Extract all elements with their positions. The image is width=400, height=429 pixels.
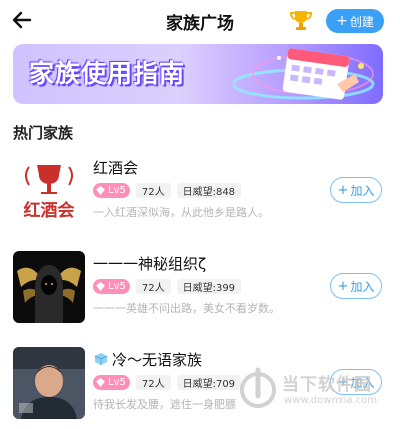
family-name: 一一一神秘组织ζ: [93, 255, 207, 273]
avatar-logo-text: 红酒会: [24, 200, 75, 221]
member-count: 72人: [135, 182, 171, 198]
person-photo-image: [13, 347, 85, 419]
plus-icon: +: [337, 182, 349, 198]
family-meta: Lv5 72人 日威望:399: [93, 278, 242, 294]
gem-icon: [96, 281, 105, 291]
join-button-label: 加入: [350, 183, 375, 198]
section-title: 热门家族: [13, 124, 74, 142]
gem-icon: [96, 377, 105, 387]
family-avatar: [13, 251, 85, 323]
watermark-title: 当下软件园: [282, 375, 372, 395]
hooded-figure-image: [17, 265, 81, 323]
calendar-illustration-icon: [233, 48, 375, 100]
family-description: 一一一英雄不问出路，美女不看岁数。: [93, 302, 280, 315]
top-bar: 家族广场 + 创建: [0, 0, 400, 40]
prestige-value: 日威望:709: [176, 374, 242, 390]
level-text: Lv5: [108, 280, 126, 292]
family-list-item[interactable]: 红酒会 红酒会 Lv5 72人 日威望:848 一入红酒深似海，从此他乡是路人。…: [13, 155, 387, 230]
level-text: Lv5: [108, 376, 126, 388]
family-avatar: 红酒会: [13, 155, 85, 227]
create-button-label: 创建: [349, 14, 374, 29]
member-count: 72人: [135, 278, 171, 294]
join-button[interactable]: + 加入: [330, 177, 382, 203]
family-name-text: 冷～无语家族: [112, 351, 203, 369]
family-description: 待我长发及腰，遮住一身肥膘: [93, 398, 236, 411]
family-name: 红酒会: [93, 159, 139, 177]
guide-banner[interactable]: 家族使用指南: [13, 44, 383, 104]
family-avatar: [13, 347, 85, 419]
family-meta: Lv5 72人 日威望:709: [93, 374, 242, 390]
create-button[interactable]: + 创建: [326, 9, 384, 33]
member-count: 72人: [135, 374, 171, 390]
join-button-label: 加入: [350, 279, 375, 294]
level-badge: Lv5: [93, 374, 130, 390]
watermark: 当下软件园 www.downxia.com: [238, 362, 398, 422]
wine-logo-icon: 红酒会: [24, 165, 75, 221]
crystal-icon: [94, 353, 108, 365]
watermark-logo-icon: [240, 367, 276, 408]
family-description: 一入红酒深似海，从此他乡是路人。: [93, 206, 269, 219]
plus-icon: +: [337, 278, 349, 294]
watermark-url: www.downxia.com: [284, 395, 378, 406]
family-meta: Lv5 72人 日威望:848: [93, 182, 242, 198]
banner-title: 家族使用指南: [29, 59, 186, 88]
gem-icon: [96, 185, 105, 195]
plus-icon: +: [336, 13, 348, 29]
level-text: Lv5: [108, 184, 126, 196]
level-badge: Lv5: [93, 278, 130, 294]
trophy-icon[interactable]: [288, 8, 314, 32]
level-badge: Lv5: [93, 182, 130, 198]
family-list-item[interactable]: 一一一神秘组织ζ Lv5 72人 日威望:399 一一一英雄不问出路，美女不看岁…: [13, 251, 387, 326]
family-name: 冷～无语家族: [93, 349, 202, 370]
prestige-value: 日威望:848: [176, 182, 242, 198]
join-button[interactable]: + 加入: [330, 273, 382, 299]
prestige-value: 日威望:399: [176, 278, 242, 294]
